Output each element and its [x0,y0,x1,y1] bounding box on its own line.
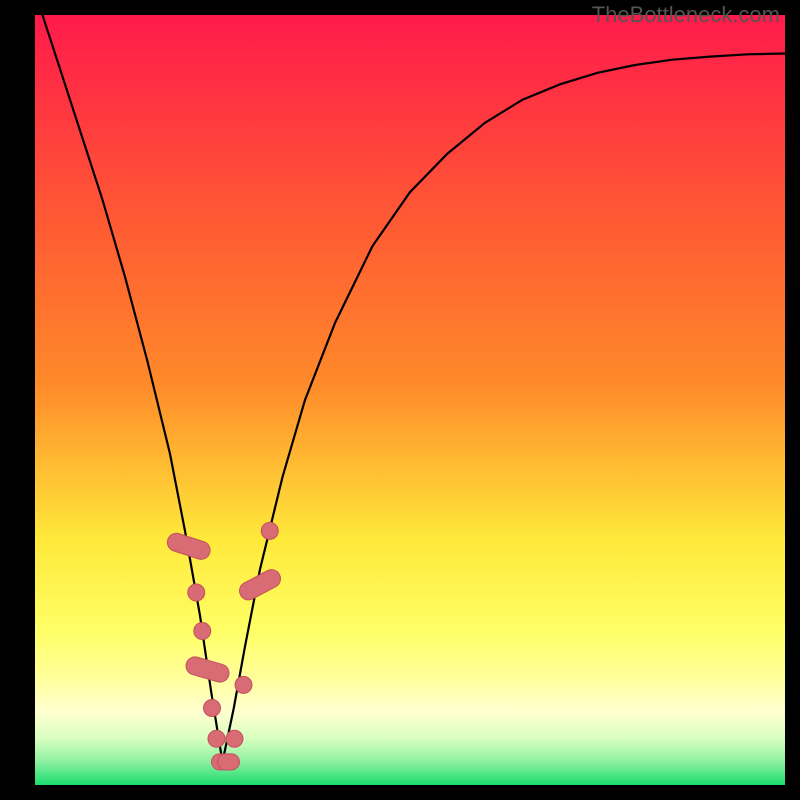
marker-4 [204,700,221,717]
outer-frame: TheBottleneck.com [0,0,800,800]
marker-9 [235,676,252,693]
marker-1 [188,584,205,601]
marker-7 [218,754,240,770]
marker-8 [226,730,243,747]
watermark-text: TheBottleneck.com [592,2,780,28]
marker-5 [208,730,225,747]
gradient-bg [35,15,785,785]
plot-area [35,15,785,785]
chart-svg [35,15,785,785]
marker-2 [194,623,211,640]
marker-11 [261,522,278,539]
